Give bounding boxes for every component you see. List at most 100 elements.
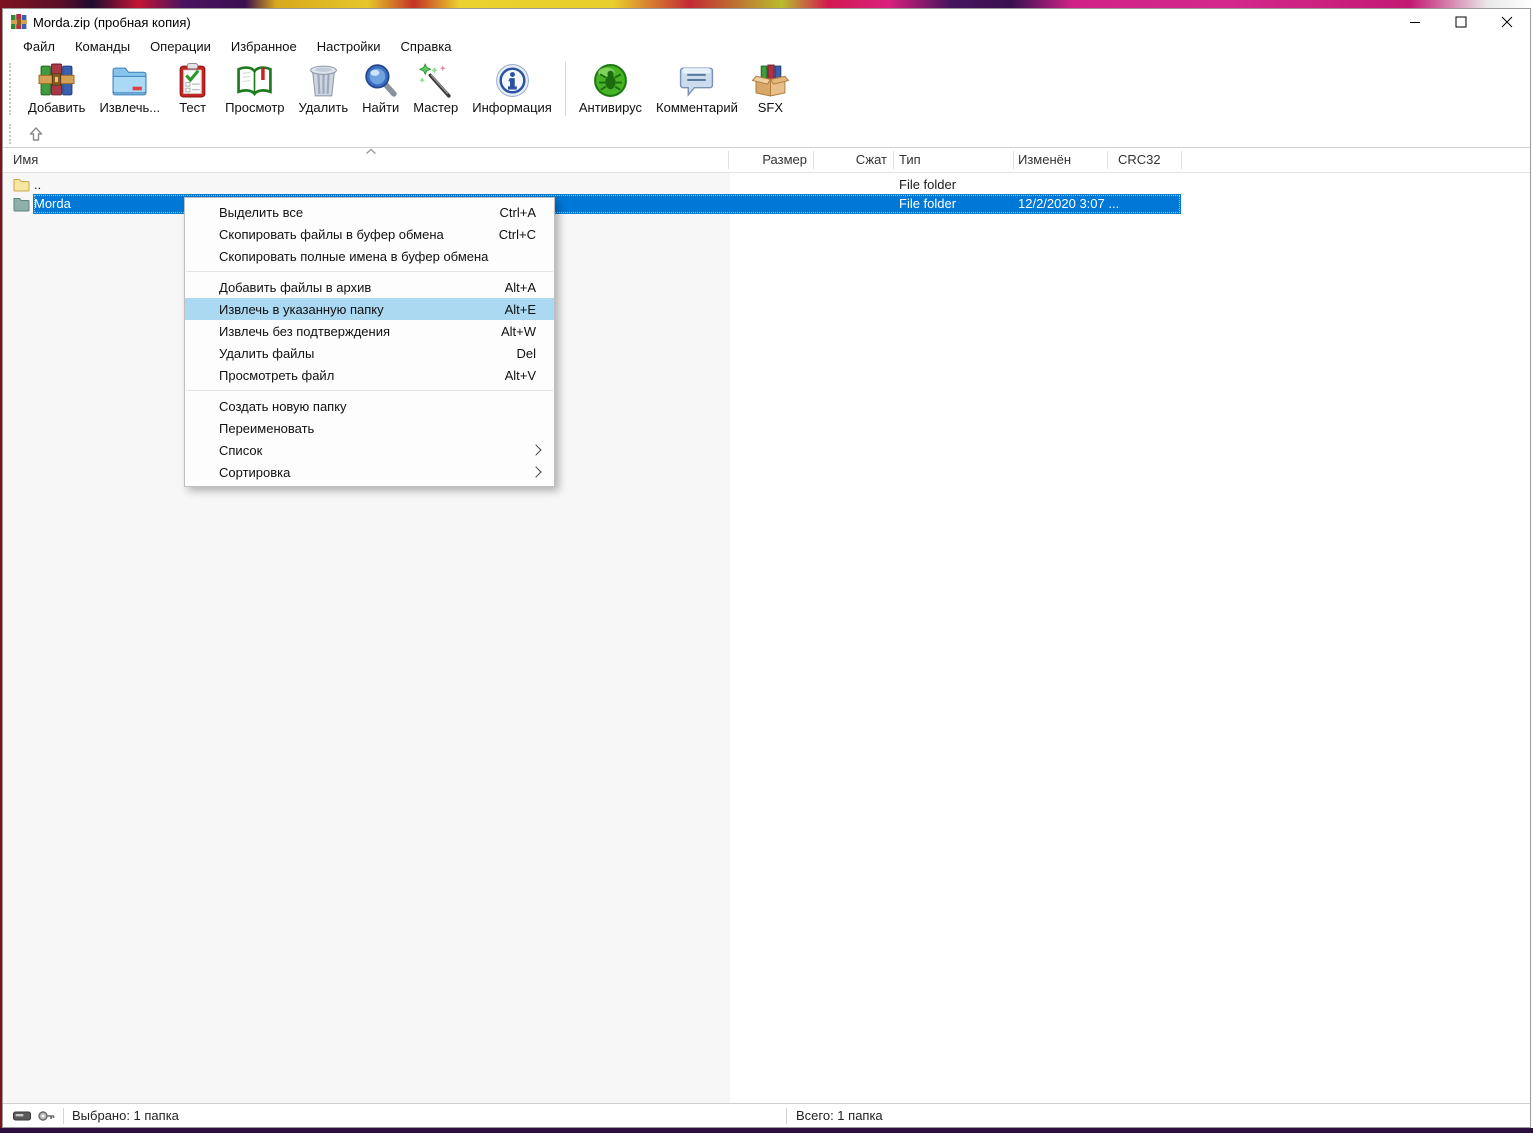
up-arrow-icon — [29, 126, 43, 141]
toolbar-button-label: Удалить — [298, 100, 349, 115]
add-button[interactable]: Добавить — [21, 60, 92, 117]
info-button[interactable]: Информация — [465, 60, 559, 117]
column-packed[interactable]: Сжат — [813, 152, 887, 167]
test-button[interactable]: Тест — [167, 60, 218, 117]
window-title: Morda.zip (пробная копия) — [33, 14, 191, 30]
column-divider[interactable] — [893, 151, 894, 169]
find-button[interactable]: Найти — [355, 60, 406, 117]
menu-commands[interactable]: Команды — [65, 36, 140, 57]
ctx-select-all[interactable]: Выделить все Ctrl+A — [185, 201, 554, 223]
file-type: File folder — [899, 177, 957, 192]
menu-item-shortcut: Del — [516, 345, 536, 361]
ctx-view-file[interactable]: Просмотреть файл Alt+V — [185, 364, 554, 386]
column-crc32[interactable]: CRC32 — [1118, 152, 1161, 167]
column-divider[interactable] — [1013, 151, 1014, 169]
comment-button[interactable]: Комментарий — [649, 60, 745, 117]
titlebar[interactable]: Morda.zip (пробная копия) — [3, 9, 1530, 35]
comment-bubble-icon — [680, 67, 714, 97]
menu-item-label: Выделить все — [219, 204, 304, 220]
maximize-button[interactable] — [1438, 9, 1484, 35]
ctx-sort-submenu[interactable]: Сортировка — [185, 461, 554, 483]
toolbar-button-label: Тест — [179, 100, 207, 115]
extract-button[interactable]: Извлечь... — [92, 60, 167, 117]
menu-item-shortcut: Ctrl+C — [498, 226, 536, 242]
menu-item-label: Переименовать — [219, 420, 315, 436]
winrar-app-icon — [11, 14, 27, 29]
menu-item-label: Создать новую папку — [219, 398, 347, 414]
menu-item-label: Добавить файлы в архив — [219, 279, 372, 295]
disk-icon[interactable] — [13, 1110, 31, 1122]
toolbar-grip[interactable] — [9, 63, 15, 115]
status-selected-text: Выбрано: 1 папка — [72, 1108, 179, 1123]
column-modified[interactable]: Изменён — [1018, 152, 1071, 167]
find-magnifier-icon — [365, 64, 397, 97]
wizard-button[interactable]: Мастер — [406, 60, 465, 117]
minimize-button[interactable] — [1392, 9, 1438, 35]
antivirus-bug-icon — [593, 64, 627, 97]
menu-item-label: Извлечь без подтверждения — [219, 323, 391, 339]
view-button[interactable]: Просмотр — [218, 60, 291, 117]
address-bar — [3, 120, 1530, 148]
menu-item-label: Извлечь в указанную папку — [219, 301, 384, 317]
toolbar-button-label: SFX — [757, 100, 784, 115]
menu-file[interactable]: Файл — [13, 36, 65, 57]
info-icon — [495, 64, 529, 97]
extract-folder-icon — [112, 67, 147, 96]
close-button[interactable] — [1484, 9, 1530, 35]
menu-item-label: Удалить файлы — [219, 345, 315, 361]
column-divider[interactable] — [1181, 151, 1182, 169]
add-archive-icon — [38, 63, 75, 96]
menu-item-shortcut: Alt+A — [504, 279, 536, 295]
ctx-delete-files[interactable]: Удалить файлы Del — [185, 342, 554, 364]
file-name: Morda — [34, 196, 71, 211]
sfx-button[interactable]: SFX — [745, 60, 796, 117]
toolbar-button-label: Извлечь... — [99, 100, 161, 115]
sort-ascending-icon — [366, 148, 376, 155]
sfx-box-icon — [751, 64, 789, 97]
key-icon[interactable] — [37, 1110, 55, 1122]
column-divider[interactable] — [813, 151, 814, 169]
ctx-copy-files[interactable]: Скопировать файлы в буфер обмена Ctrl+C — [185, 223, 554, 245]
folder-icon — [13, 198, 30, 212]
column-name[interactable]: Имя — [13, 152, 38, 167]
menu-options[interactable]: Настройки — [307, 36, 391, 57]
address-bar-grip[interactable] — [9, 123, 15, 144]
delete-button[interactable]: Удалить — [292, 60, 356, 117]
menu-item-shortcut: Alt+W — [500, 323, 536, 339]
ctx-extract-no-confirm[interactable]: Извлечь без подтверждения Alt+W — [185, 320, 554, 342]
up-one-level-button[interactable] — [23, 122, 49, 146]
column-divider[interactable] — [1107, 151, 1108, 169]
menu-item-label: Список — [219, 442, 263, 458]
column-header-row: Имя Размер Сжат Тип Изменён CRC32 — [3, 148, 1530, 173]
ctx-create-folder[interactable]: Создать новую папку — [185, 395, 554, 417]
toolbar-separator — [564, 62, 566, 116]
minimize-icon — [1410, 22, 1420, 23]
toolbar-button-label: Добавить — [28, 100, 86, 115]
toolbar-button-label: Мастер — [413, 100, 459, 115]
list-item-parent-folder[interactable]: .. File folder — [3, 175, 1530, 194]
winrar-window: Morda.zip (пробная копия) Файл Команды О… — [2, 8, 1531, 1128]
column-type[interactable]: Тип — [899, 152, 921, 167]
menu-item-label: Скопировать полные имена в буфер обмена — [219, 248, 489, 264]
menu-favorites[interactable]: Избранное — [221, 36, 307, 57]
ctx-add-to-archive[interactable]: Добавить файлы в архив Alt+A — [185, 276, 554, 298]
ctx-extract-to-folder[interactable]: Извлечь в указанную папку Alt+E — [185, 298, 554, 320]
chevron-right-icon — [530, 444, 542, 456]
column-divider[interactable] — [728, 151, 729, 169]
file-name: .. — [34, 177, 42, 192]
ctx-rename[interactable]: Переименовать — [185, 417, 554, 439]
ctx-list-submenu[interactable]: Список — [185, 439, 554, 461]
view-book-icon — [237, 66, 273, 97]
test-clipboard-icon — [179, 63, 206, 98]
status-total-text: Всего: 1 папка — [796, 1108, 883, 1123]
wizard-wand-icon — [419, 63, 451, 98]
column-size[interactable]: Размер — [731, 152, 807, 167]
close-icon — [1501, 16, 1513, 28]
ctx-copy-full-names[interactable]: Скопировать полные имена в буфер обмена — [185, 245, 554, 267]
file-type: File folder — [899, 196, 957, 211]
toolbar-button-label: Информация — [472, 100, 552, 115]
menu-item-label: Сортировка — [219, 464, 291, 480]
menu-help[interactable]: Справка — [391, 36, 462, 57]
antivirus-button[interactable]: Антивирус — [572, 60, 649, 117]
menu-operations[interactable]: Операции — [140, 36, 221, 57]
